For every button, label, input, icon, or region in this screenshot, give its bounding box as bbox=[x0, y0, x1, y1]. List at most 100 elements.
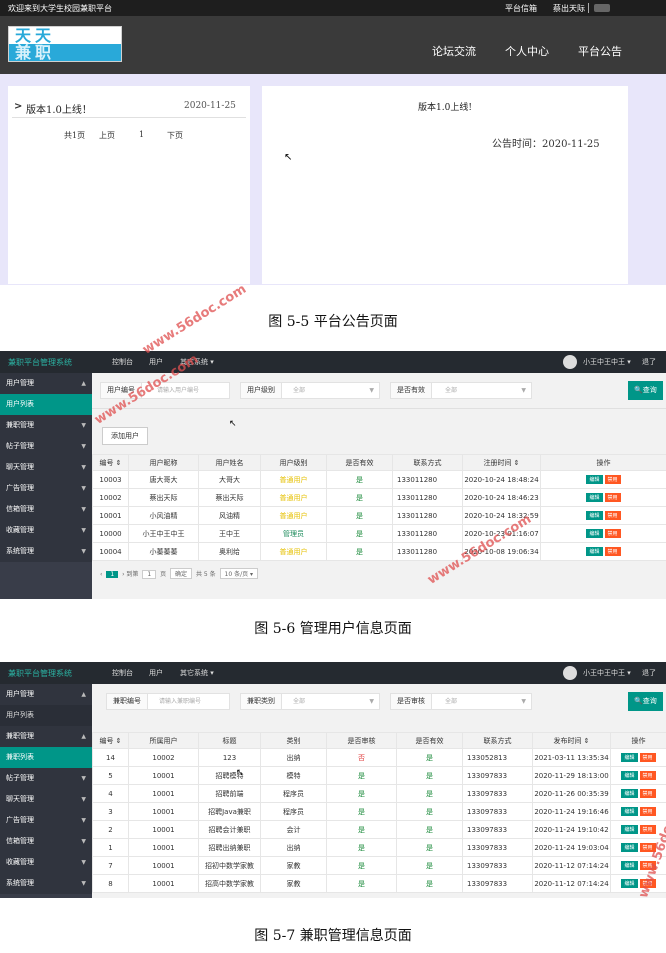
sidebar-item[interactable]: 帖子管理 ▼ bbox=[0, 768, 92, 789]
add-user-button[interactable]: 添加用户 bbox=[102, 427, 148, 445]
menu-user[interactable]: 用户 bbox=[149, 357, 163, 367]
disable-button[interactable]: 禁用 bbox=[604, 529, 621, 538]
column-header[interactable]: 编号 ⇕ bbox=[92, 454, 129, 471]
sidebar-item[interactable]: 广告管理 ▼ bbox=[0, 478, 92, 499]
nav-personal-center[interactable]: 个人中心 bbox=[505, 43, 549, 59]
disable-button[interactable]: 禁用 bbox=[604, 475, 621, 484]
column-header[interactable]: 用户姓名 bbox=[198, 454, 261, 471]
sidebar-item[interactable]: 收藏管理 ▼ bbox=[0, 520, 92, 541]
logout-link[interactable]: 退了 bbox=[642, 357, 656, 367]
column-header[interactable]: 是否有效 bbox=[326, 454, 393, 471]
sidebar-item[interactable]: 用户列表 bbox=[0, 705, 92, 726]
table-row[interactable]: 10001 小风油精 风油精 普通用户是 133011280 2020-10-24 18:… bbox=[92, 506, 666, 525]
edit-button[interactable]: 编辑 bbox=[586, 529, 603, 538]
edit-button[interactable]: 编辑 bbox=[621, 861, 638, 870]
sidebar-item[interactable]: 聊天管理 ▼ bbox=[0, 789, 92, 810]
column-header[interactable]: 操作 bbox=[540, 454, 666, 471]
site-logo[interactable]: 天天 兼职 bbox=[8, 26, 122, 62]
admin-username[interactable]: 小王中王中王 ▾ bbox=[583, 668, 631, 678]
edit-button[interactable]: 编辑 bbox=[621, 753, 638, 762]
sidebar-item[interactable]: 信箱管理 ▼ bbox=[0, 499, 92, 520]
column-header[interactable]: 是否有效 bbox=[396, 732, 463, 749]
disable-button[interactable]: 禁用 bbox=[604, 547, 621, 556]
table-row[interactable]: 3 10001 招聘Java兼职 程序员是是 133097833 2020-11-24 1… bbox=[92, 802, 666, 821]
edit-button[interactable]: 编辑 bbox=[621, 771, 638, 780]
table-row[interactable]: 7 10001 招初中数学家教 家教是是 133097833 2020-11-12 07:… bbox=[92, 856, 666, 875]
column-header[interactable]: 编号 ⇕ bbox=[92, 732, 129, 749]
table-row[interactable]: 10000 小王中王中王 王中王 管理员是 133011280 2020-10-23 01… bbox=[92, 524, 666, 543]
edit-button[interactable]: 编辑 bbox=[586, 475, 603, 484]
sidebar-item[interactable]: 兼职管理 ▼ bbox=[0, 415, 92, 436]
edit-button[interactable]: 编辑 bbox=[586, 493, 603, 502]
column-header[interactable]: 发布时间 ⇕ bbox=[532, 732, 611, 749]
disable-button[interactable]: 禁用 bbox=[639, 825, 656, 834]
sidebar-item[interactable]: 用户管理 ▲ bbox=[0, 373, 92, 394]
nav-notices[interactable]: 平台公告 bbox=[578, 43, 622, 59]
sidebar-item[interactable]: 收藏管理 ▼ bbox=[0, 852, 92, 873]
disable-button[interactable]: 禁用 bbox=[604, 493, 621, 502]
next-page-icon[interactable]: › bbox=[122, 571, 124, 578]
table-row[interactable]: 10002 蔡出天际 蔡出天际 普通用户是 133011280 2020-10-24 18… bbox=[92, 488, 666, 507]
column-header[interactable]: 所属用户 bbox=[128, 732, 199, 749]
prev-page-link[interactable]: 上页 bbox=[99, 130, 115, 141]
menu-console[interactable]: 控制台 bbox=[112, 357, 133, 367]
sidebar-item[interactable]: 兼职列表 bbox=[0, 747, 92, 768]
filter-job-category[interactable]: 兼职类别 全部 ▼ bbox=[240, 693, 380, 710]
menu-console[interactable]: 控制台 bbox=[112, 668, 133, 678]
filter-user-level[interactable]: 用户级别 全部 ▼ bbox=[240, 382, 380, 399]
mailbox-link[interactable]: 平台信箱 bbox=[505, 3, 537, 14]
search-button[interactable]: 🔍查询 bbox=[628, 692, 663, 711]
column-header[interactable]: 用户级别 bbox=[260, 454, 327, 471]
table-row[interactable]: 10004 小蓁蓁蓁 奥利给 普通用户是 133011280 2020-10-08 19:… bbox=[92, 542, 666, 561]
filter-reviewed[interactable]: 是否审核 全部 ▼ bbox=[390, 693, 532, 710]
menu-other-systems[interactable]: 其它系统 ▾ bbox=[180, 668, 214, 678]
filter-job-id[interactable]: 兼职编号 请输入兼职编号 bbox=[106, 693, 230, 710]
search-input[interactable]: 请输入兼职编号 bbox=[159, 694, 201, 709]
avatar[interactable] bbox=[563, 355, 577, 369]
edit-button[interactable]: 编辑 bbox=[586, 511, 603, 520]
table-row[interactable]: 1 10001 招聘出纳兼职 出纳是是 133097833 2020-11-24 19:0… bbox=[92, 838, 666, 857]
disable-button[interactable]: 禁用 bbox=[639, 807, 656, 816]
column-header[interactable]: 是否审核 bbox=[326, 732, 397, 749]
sidebar-item[interactable]: 系统管理 ▼ bbox=[0, 541, 92, 562]
sidebar-item[interactable]: 兼职管理 ▲ bbox=[0, 726, 92, 747]
sidebar-item[interactable]: 广告管理 ▼ bbox=[0, 810, 92, 831]
sidebar-item[interactable]: 用户列表 bbox=[0, 394, 92, 415]
filter-valid[interactable]: 是否有效 全部 ▼ bbox=[390, 382, 532, 399]
page-size-select[interactable]: 10 条/页 ▾ bbox=[219, 568, 259, 579]
avatar[interactable] bbox=[563, 666, 577, 680]
disable-button[interactable]: 禁用 bbox=[639, 789, 656, 798]
nav-forum[interactable]: 论坛交流 bbox=[432, 43, 476, 59]
goto-confirm-button[interactable]: 确定 bbox=[170, 568, 193, 579]
table-row[interactable]: 2 10001 招聘会计兼职 会计是是 133097833 2020-11-24 19:1… bbox=[92, 820, 666, 839]
column-header[interactable]: 用户昵称 bbox=[128, 454, 199, 471]
column-header[interactable]: 类别 bbox=[260, 732, 327, 749]
sidebar-item[interactable]: 信箱管理 ▼ bbox=[0, 831, 92, 852]
table-row[interactable]: 10003 唐大哥大 大哥大 普通用户是 133011280 2020-10-24 18:… bbox=[92, 470, 666, 489]
avatar[interactable] bbox=[594, 4, 610, 12]
column-header[interactable]: 操作 bbox=[610, 732, 666, 749]
disable-button[interactable]: 禁用 bbox=[639, 771, 656, 780]
page-current[interactable]: 1 bbox=[106, 571, 119, 578]
logout-link[interactable]: 退了 bbox=[642, 668, 656, 678]
edit-button[interactable]: 编辑 bbox=[586, 547, 603, 556]
username-link[interactable]: 蔡出天际 bbox=[553, 3, 585, 14]
next-page-link[interactable]: 下页 bbox=[167, 130, 183, 141]
table-row[interactable]: 14 10002 123 出纳否是 133052813 2021-03-11 13:35:… bbox=[92, 748, 666, 767]
edit-button[interactable]: 编辑 bbox=[621, 825, 638, 834]
page-input[interactable]: 1 bbox=[142, 570, 157, 579]
table-row[interactable]: 8 10001 招高中数学家教 家教是是 133097833 2020-11-12 07:… bbox=[92, 874, 666, 893]
column-header[interactable]: 联系方式 bbox=[392, 454, 463, 471]
admin-username[interactable]: 小王中王中王 ▾ bbox=[583, 357, 631, 367]
notice-title-link[interactable]: 版本1.0上线！ bbox=[26, 101, 92, 116]
sidebar-item[interactable]: 聊天管理 ▼ bbox=[0, 457, 92, 478]
disable-button[interactable]: 禁用 bbox=[604, 511, 621, 520]
sidebar-item[interactable]: 帖子管理 ▼ bbox=[0, 436, 92, 457]
column-header[interactable]: 联系方式 bbox=[462, 732, 533, 749]
edit-button[interactable]: 编辑 bbox=[621, 879, 638, 888]
disable-button[interactable]: 禁用 bbox=[639, 753, 656, 762]
menu-user[interactable]: 用户 bbox=[149, 668, 163, 678]
edit-button[interactable]: 编辑 bbox=[621, 807, 638, 816]
search-button[interactable]: 🔍查询 bbox=[628, 381, 663, 400]
column-header[interactable]: 注册时间 ⇕ bbox=[462, 454, 541, 471]
